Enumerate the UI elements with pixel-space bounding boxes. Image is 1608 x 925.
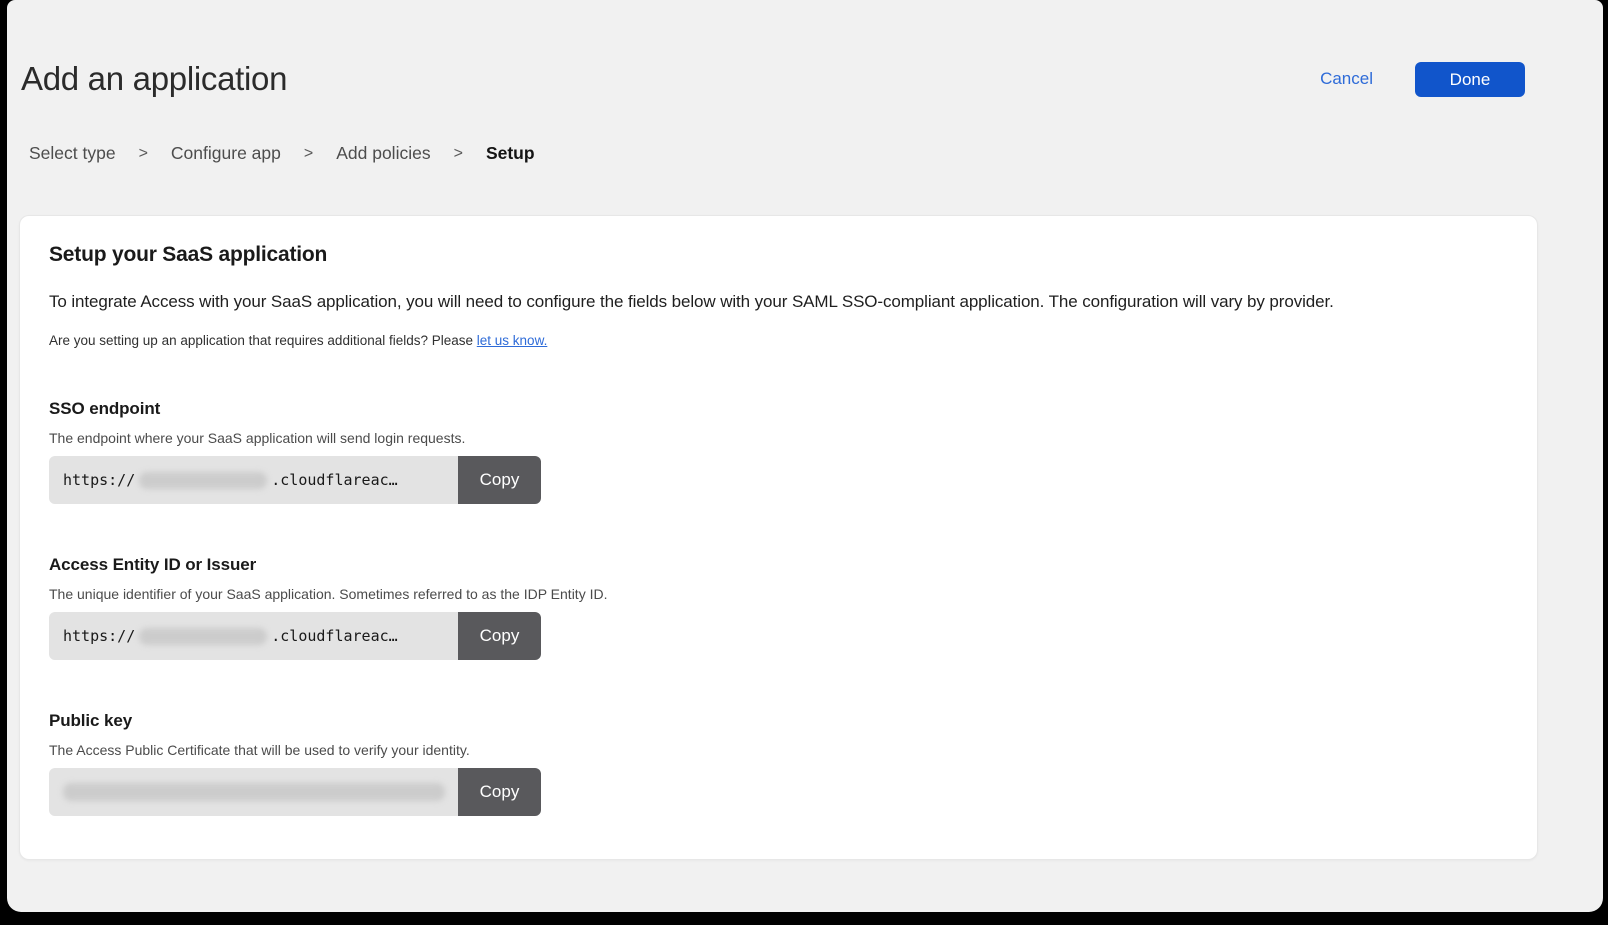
public-key-field: Copy: [49, 768, 541, 816]
breadcrumb-separator: >: [454, 145, 463, 163]
redacted-value: [63, 783, 445, 801]
access-entity-id-field: https:// .cloudflareac… Copy: [49, 612, 541, 660]
sso-endpoint-value: https:// .cloudflareac…: [49, 456, 458, 504]
sso-endpoint-field: https:// .cloudflareac… Copy: [49, 456, 541, 504]
let-us-know-link[interactable]: let us know.: [477, 333, 548, 348]
access-entity-id-value: https:// .cloudflareac…: [49, 612, 458, 660]
sso-endpoint-value-suffix: .cloudflareac…: [271, 471, 397, 489]
breadcrumb-separator: >: [304, 145, 313, 163]
breadcrumb-step-select-type[interactable]: Select type: [29, 143, 116, 164]
access-entity-id-section: Access Entity ID or Issuer The unique id…: [49, 555, 1509, 660]
app-window: Add an application Cancel Done Select ty…: [7, 0, 1603, 912]
access-entity-id-label: Access Entity ID or Issuer: [49, 555, 1509, 575]
breadcrumb-step-configure-app[interactable]: Configure app: [171, 143, 281, 164]
access-entity-id-copy-button[interactable]: Copy: [458, 612, 541, 660]
breadcrumb-step-setup[interactable]: Setup: [486, 143, 535, 164]
card-intro-text: To integrate Access with your SaaS appli…: [49, 292, 1509, 312]
public-key-value: [49, 768, 458, 816]
breadcrumb-separator: >: [139, 145, 148, 163]
sso-endpoint-description: The endpoint where your SaaS application…: [49, 430, 1509, 446]
public-key-description: The Access Public Certificate that will …: [49, 742, 1509, 758]
sso-endpoint-copy-button[interactable]: Copy: [458, 456, 541, 504]
sso-endpoint-value-prefix: https://: [63, 471, 135, 489]
breadcrumb: Select type > Configure app > Add polici…: [7, 98, 1603, 164]
header-actions: Cancel Done: [1320, 62, 1525, 97]
public-key-label: Public key: [49, 711, 1509, 731]
public-key-copy-button[interactable]: Copy: [458, 768, 541, 816]
sso-endpoint-section: SSO endpoint The endpoint where your Saa…: [49, 399, 1509, 504]
redacted-value: [139, 628, 267, 645]
done-button[interactable]: Done: [1415, 62, 1525, 97]
card-note: Are you setting up an application that r…: [49, 333, 1509, 348]
card-note-text: Are you setting up an application that r…: [49, 333, 477, 348]
access-entity-id-value-suffix: .cloudflareac…: [271, 627, 397, 645]
setup-card: Setup your SaaS application To integrate…: [19, 215, 1538, 860]
access-entity-id-description: The unique identifier of your SaaS appli…: [49, 586, 1509, 602]
card-heading: Setup your SaaS application: [49, 243, 1509, 267]
page-title: Add an application: [21, 60, 287, 98]
breadcrumb-step-add-policies[interactable]: Add policies: [336, 143, 430, 164]
page-header: Add an application Cancel Done: [7, 0, 1603, 98]
public-key-section: Public key The Access Public Certificate…: [49, 711, 1509, 816]
sso-endpoint-label: SSO endpoint: [49, 399, 1509, 419]
access-entity-id-value-prefix: https://: [63, 627, 135, 645]
cancel-button[interactable]: Cancel: [1320, 69, 1373, 89]
redacted-value: [139, 472, 267, 489]
